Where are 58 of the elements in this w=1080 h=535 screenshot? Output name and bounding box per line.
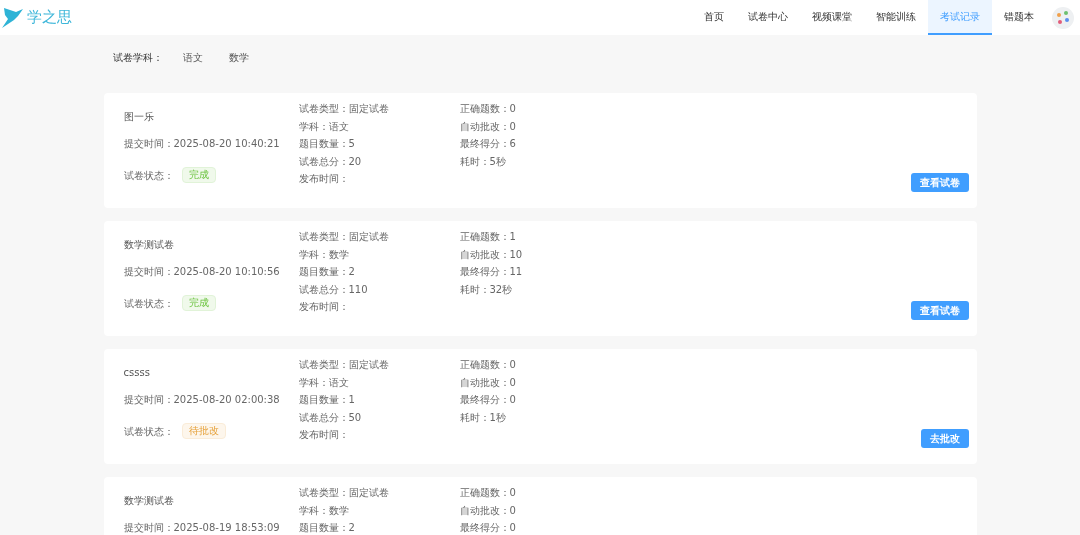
info-text: 题目数量：5 (298, 138, 356, 149)
info-text: 试卷类型：固定试卷 (298, 103, 390, 114)
submit-time: 提交时间：2025-08-20 10:10:56 (123, 266, 281, 277)
filter-label: 试卷学科： (112, 51, 163, 65)
status-label: 试卷状态： (123, 424, 174, 439)
status-tag: 待批改 (181, 423, 226, 439)
nav-tab[interactable]: 错题本 (992, 0, 1046, 35)
info-text: 发布时间： (298, 173, 350, 184)
info-text: 正确题数：1 (459, 231, 517, 242)
status-label: 试卷状态： (123, 168, 174, 183)
submit-time: 提交时间：2025-08-20 10:40:21 (123, 138, 281, 149)
info-text: 最终得分：6 (459, 138, 517, 149)
info-text: 正确题数：0 (459, 487, 517, 498)
info-text: 耗时：32秒 (459, 283, 514, 295)
info-text: 发布时间： (298, 429, 350, 440)
info-text: 耗时：1秒 (459, 411, 507, 423)
paper-title: 图一乐 (123, 111, 155, 122)
status-label: 试卷状态： (123, 296, 174, 311)
info-text: 学科：数学 (298, 504, 350, 516)
info-text: 最终得分：0 (459, 394, 517, 405)
logo-text: 学之思 (27, 7, 72, 29)
info-text: 试卷总分：20 (298, 155, 363, 167)
info-text: 自动批改：0 (459, 504, 517, 516)
info-text: 试卷总分：110 (298, 283, 369, 295)
nav-tab[interactable]: 智能训练 (864, 0, 928, 35)
subject-option[interactable]: 数学 (222, 50, 255, 65)
bird-logo-icon (2, 5, 24, 30)
avatar[interactable] (1052, 6, 1074, 29)
info-text: 学科：数学 (298, 248, 350, 260)
nav-tab[interactable]: 首页 (692, 0, 736, 35)
info-text: 学科：语文 (298, 120, 350, 132)
info-text: 自动批改：10 (459, 248, 524, 260)
info-text: 题目数量：2 (298, 266, 356, 277)
info-text: 正确题数：0 (459, 103, 517, 114)
info-text: 试卷类型：固定试卷 (298, 487, 390, 498)
paper-title: cssss (123, 367, 151, 378)
info-text: 发布时间： (298, 301, 350, 312)
nav-tab[interactable]: 视频课堂 (800, 0, 864, 35)
info-text: 题目数量：1 (298, 394, 356, 405)
info-text: 试卷总分：50 (298, 411, 363, 423)
info-text: 试卷类型：固定试卷 (298, 231, 390, 242)
info-text: 自动批改：0 (459, 120, 517, 132)
status-tag: 完成 (181, 295, 216, 311)
submit-time: 提交时间：2025-08-20 02:00:38 (123, 394, 281, 405)
nav-tab[interactable]: 试卷中心 (736, 0, 800, 35)
info-text: 自动批改：0 (459, 376, 517, 388)
paper-title: 数学测试卷 (123, 495, 175, 506)
info-text: 正确题数：0 (459, 359, 517, 370)
paper-title: 数学测试卷 (123, 239, 175, 250)
info-text: 试卷类型：固定试卷 (298, 359, 390, 370)
submit-time: 提交时间：2025-08-19 18:53:09 (123, 522, 281, 533)
info-text: 最终得分：0 (459, 522, 517, 533)
info-text: 最终得分：11 (459, 266, 524, 277)
info-text: 学科：语文 (298, 376, 350, 388)
info-text: 耗时：5秒 (459, 155, 507, 167)
info-text: 题目数量：2 (298, 522, 356, 533)
status-tag: 完成 (181, 167, 216, 183)
subject-option[interactable]: 语文 (176, 50, 209, 65)
